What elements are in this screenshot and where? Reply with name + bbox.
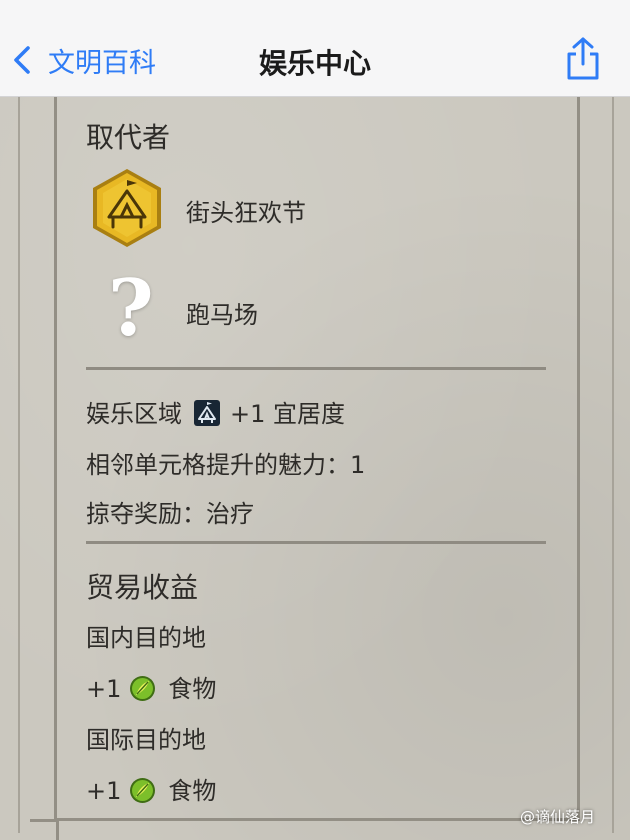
amenity-label: 娱乐区域 xyxy=(86,400,182,428)
food-icon xyxy=(130,778,156,803)
page-title: 娱乐中心 xyxy=(258,47,371,80)
international-destination-label: 国际目的地 xyxy=(86,726,206,754)
domestic-yield-line: +1 食物 xyxy=(86,669,216,704)
divider xyxy=(86,541,546,544)
share-icon[interactable] xyxy=(563,36,603,82)
international-yield-line: +1 食物 xyxy=(86,771,216,806)
replacement-street-carnival[interactable]: 街头狂欢节 xyxy=(186,193,306,228)
international-yield-label: 食物 xyxy=(168,777,217,805)
replacement-hippodrome[interactable]: 跑马场 xyxy=(186,295,258,330)
entertainment-district-icon xyxy=(194,400,220,426)
international-yield-amount: +1 xyxy=(86,777,122,805)
divider xyxy=(86,367,546,370)
food-icon xyxy=(130,676,156,701)
domestic-destination-label: 国内目的地 xyxy=(86,624,206,652)
navigation-bar: 文明百科 娱乐中心 xyxy=(0,0,630,97)
trade-heading: 贸易收益 xyxy=(86,571,199,604)
appeal-line: 相邻单元格提升的魅力：1 xyxy=(86,451,366,479)
domestic-yield-amount: +1 xyxy=(86,675,122,703)
plunder-line: 掠夺奖励：治疗 xyxy=(86,500,254,528)
street-carnival-hex-icon[interactable] xyxy=(91,167,163,249)
amenity-value: +1 宜居度 xyxy=(230,400,346,428)
unknown-question-icon[interactable]: ? xyxy=(108,268,154,350)
domestic-yield-label: 食物 xyxy=(168,675,217,703)
amenity-line: 娱乐区域 +1 宜居度 xyxy=(86,394,345,429)
frame-corner-ornament xyxy=(30,819,59,840)
replaced-by-heading: 取代者 xyxy=(86,121,171,154)
watermark: @谪仙落月 xyxy=(520,808,596,826)
